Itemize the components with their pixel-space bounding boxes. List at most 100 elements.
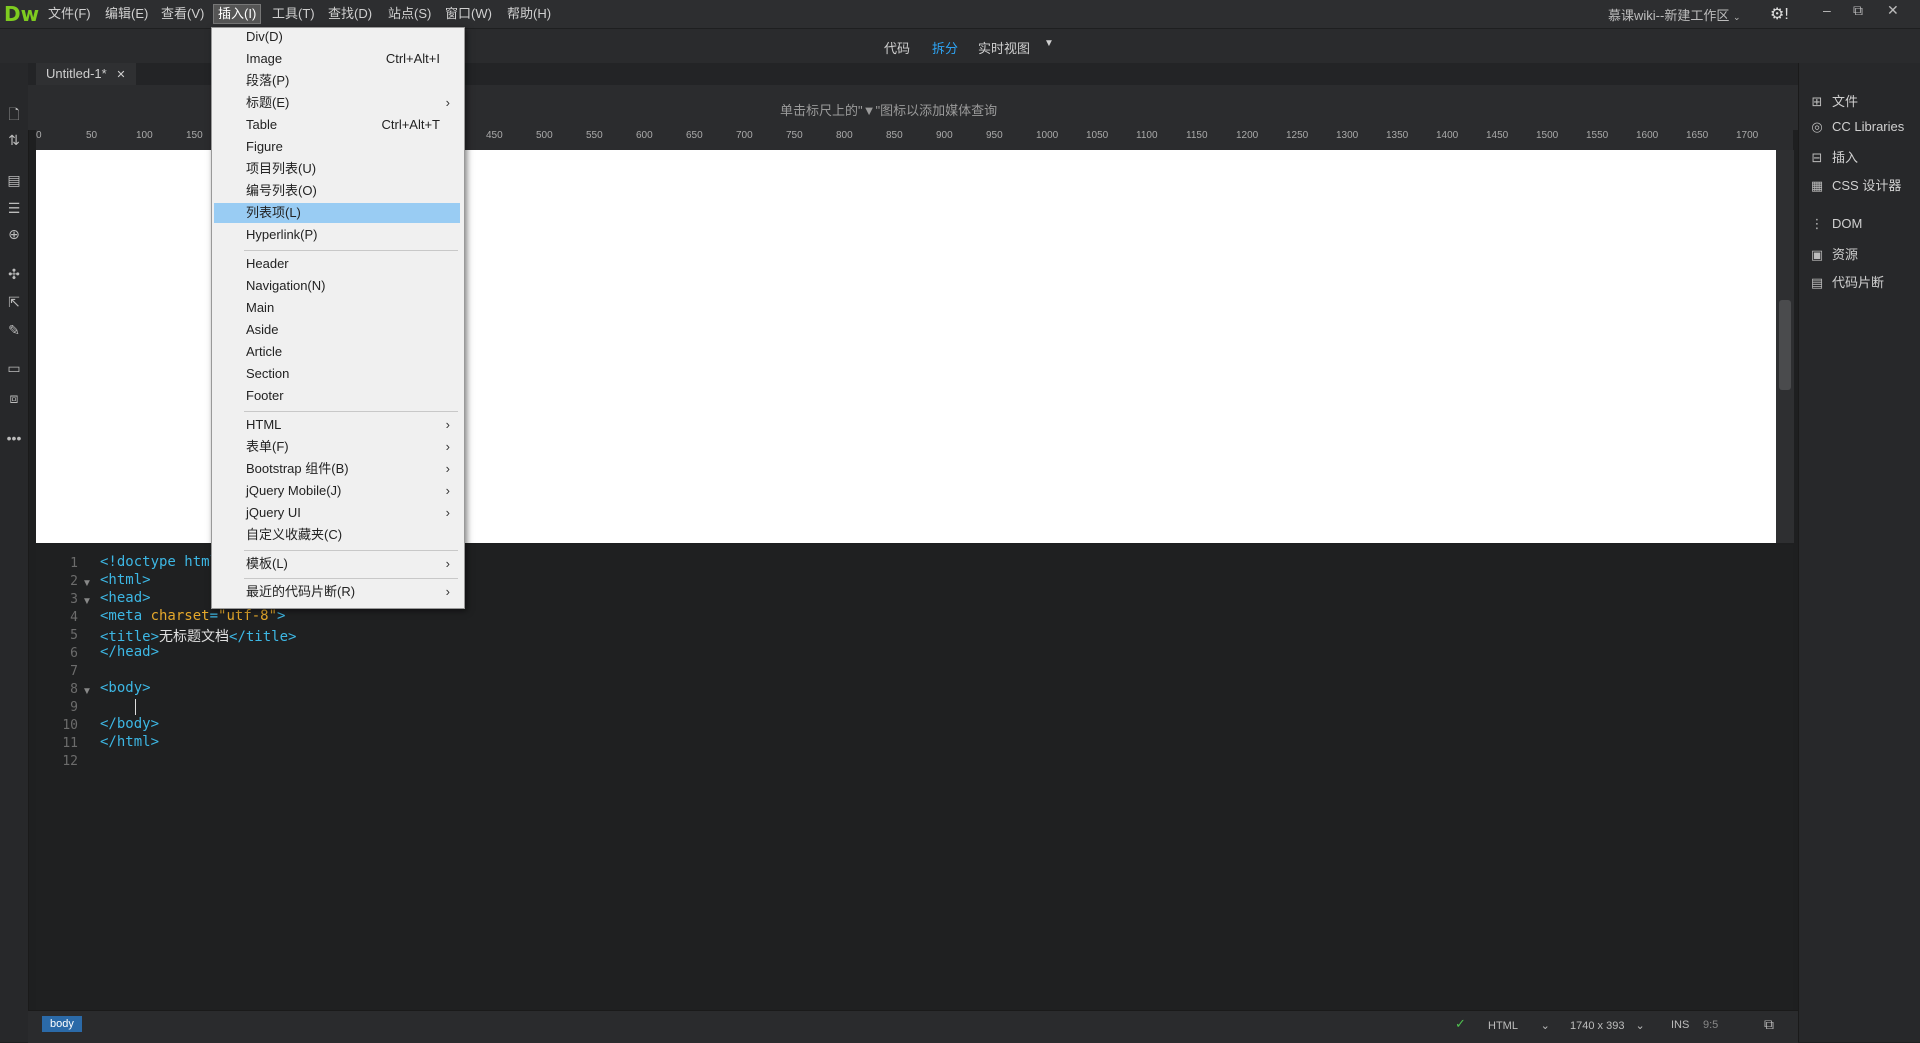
ruler-tick: 1250 <box>1286 130 1309 141</box>
comment-icon[interactable]: ▭ <box>6 360 22 377</box>
menu-item-heading[interactable]: 标题(E) › <box>214 93 460 113</box>
file-icon[interactable]: 🗋 <box>6 104 22 128</box>
menu-file[interactable]: 文件(F) <box>44 6 95 22</box>
insert-mode[interactable]: INS <box>1671 1019 1689 1031</box>
menu-item-article[interactable]: Article <box>214 342 460 362</box>
menu-view[interactable]: 查看(V) <box>157 6 208 22</box>
line-number: 3 <box>70 592 78 607</box>
code-view-button[interactable]: 代码 <box>884 38 910 57</box>
close-icon[interactable]: ✕ <box>116 69 125 81</box>
panel-cc-libraries[interactable]: ◎ CC Libraries <box>1808 119 1904 135</box>
menu-item-list-item[interactable]: 列表项(L) <box>214 203 460 223</box>
menu-item-aside[interactable]: Aside <box>214 320 460 340</box>
menu-item-navigation[interactable]: Navigation(N) <box>214 276 460 296</box>
panel-css-designer-label: CSS 设计器 <box>1832 178 1902 193</box>
workspace-label: 慕课wiki--新建工作区 <box>1608 8 1730 23</box>
scrollbar-thumb[interactable] <box>1779 300 1791 390</box>
format-icon[interactable]: ☰ <box>6 200 22 217</box>
menu-item-recent-snippets[interactable]: 最近的代码片断(R) › <box>214 582 460 602</box>
menu-item-templates[interactable]: 模板(L) › <box>214 554 460 574</box>
menu-item-jquery-mobile[interactable]: jQuery Mobile(J) › <box>214 481 460 501</box>
restore-button[interactable]: ⧉ <box>1853 2 1863 19</box>
menu-window[interactable]: 窗口(W) <box>441 6 496 22</box>
ruler-tick: 950 <box>986 130 1003 141</box>
split-view-button[interactable]: 拆分 <box>932 38 958 57</box>
menu-separator <box>244 250 458 251</box>
language-label: HTML <box>1488 1020 1518 1032</box>
ruler-tick: 1300 <box>1336 130 1359 141</box>
document-tab[interactable]: Untitled-1* ✕ <box>36 63 136 85</box>
panel-dom-label: DOM <box>1832 216 1863 231</box>
ruler-tick: 1150 <box>1186 130 1208 141</box>
select-icon[interactable]: ⇱ <box>6 294 22 311</box>
chevron-down-icon[interactable]: ▼ <box>1044 38 1054 49</box>
chevron-down-icon: ⌄ <box>1540 1020 1550 1032</box>
ruler-tick: 1050 <box>1086 130 1109 141</box>
ruler-tick: 850 <box>886 130 903 141</box>
menu-item-section[interactable]: Section <box>214 364 460 384</box>
menu-item-form[interactable]: 表单(F) › <box>214 437 460 457</box>
panel-css-designer[interactable]: ▦ CSS 设计器 <box>1808 175 1902 194</box>
code-editor[interactable] <box>36 545 1793 1010</box>
menu-item-unordered-list[interactable]: 项目列表(U) <box>214 159 460 179</box>
more-icon[interactable]: ••• <box>6 430 22 446</box>
fold-arrow-icon[interactable]: ▼ <box>82 578 92 589</box>
right-panel <box>1798 63 1920 1042</box>
menu-item-favorites[interactable]: 自定义收藏夹(C) <box>214 525 460 545</box>
target-icon[interactable]: ⊕ <box>6 226 22 243</box>
code-line-8: <body> <box>100 680 151 696</box>
menu-site[interactable]: 站点(S) <box>384 6 435 22</box>
panel-files[interactable]: ⊞ 文件 <box>1808 91 1858 110</box>
ruler-tick: 1600 <box>1636 130 1659 141</box>
gear-icon[interactable]: ⚙! <box>1770 4 1789 24</box>
menu-edit[interactable]: 编辑(E) <box>101 6 152 22</box>
menu-item-figure[interactable]: Figure <box>214 137 460 157</box>
language-select[interactable]: HTML ⌄ <box>1488 1019 1550 1032</box>
menu-item-bootstrap[interactable]: Bootstrap 组件(B) › <box>214 459 460 479</box>
tag-selector[interactable]: body <box>42 1016 82 1032</box>
panel-assets[interactable]: ▣ 资源 <box>1808 244 1858 263</box>
menu-item-ordered-list[interactable]: 编号列表(O) <box>214 181 460 201</box>
code-line-4: <meta charset="utf-8"> <box>100 608 286 624</box>
close-window-button[interactable]: ✕ <box>1887 2 1899 19</box>
check-icon: ✓ <box>1455 1016 1466 1031</box>
code-line-6: </head> <box>100 644 160 660</box>
window-size-select[interactable]: 1740 x 393 ⌄ <box>1570 1019 1645 1032</box>
chevron-down-icon: ⌄ <box>1732 12 1741 22</box>
brush-icon[interactable]: ✎ <box>6 322 22 339</box>
menu-item-html[interactable]: HTML › <box>214 415 460 435</box>
dom-tree-icon: ⋮ <box>1810 216 1824 231</box>
expand-icon[interactable]: ✣ <box>6 266 22 283</box>
menu-item-paragraph[interactable]: 段落(P) <box>214 71 460 91</box>
panel-insert-label: 插入 <box>1832 150 1859 165</box>
fold-arrow-icon[interactable]: ▼ <box>82 686 92 697</box>
sort-icon[interactable]: ⇅ <box>6 132 22 149</box>
menu-item-table[interactable]: Table Ctrl+Alt+T <box>214 115 460 135</box>
minimize-button[interactable]: – <box>1823 2 1831 18</box>
menu-find[interactable]: 查找(D) <box>324 6 376 22</box>
menu-item-image[interactable]: Image Ctrl+Alt+I <box>214 49 460 69</box>
inspect-icon[interactable]: ▤ <box>6 172 22 189</box>
ruler-tick: 1200 <box>1236 130 1259 141</box>
panel-insert[interactable]: ⊟ 插入 <box>1808 147 1858 166</box>
panel-snippets-label: 代码片断 <box>1832 275 1885 290</box>
menu-item-footer[interactable]: Footer <box>214 386 460 406</box>
panel-dom[interactable]: ⋮ DOM <box>1808 216 1863 232</box>
menu-help[interactable]: 帮助(H) <box>503 6 555 22</box>
live-view-button[interactable]: 实时视图 <box>978 38 1030 57</box>
menu-insert[interactable]: 插入(I) <box>213 4 262 24</box>
menu-item-main[interactable]: Main <box>214 298 460 318</box>
ruler-tick: 1350 <box>1386 130 1409 141</box>
menu-item-hyperlink[interactable]: Hyperlink(P) <box>214 225 460 245</box>
menu-tools[interactable]: 工具(T) <box>268 6 319 22</box>
assets-icon: ▣ <box>1810 247 1824 262</box>
fold-arrow-icon[interactable]: ▼ <box>82 596 92 607</box>
panel-snippets[interactable]: ▤ 代码片断 <box>1808 272 1884 291</box>
preview-icon[interactable]: ⧉ <box>1764 1016 1774 1033</box>
menu-item-jquery-ui[interactable]: jQuery UI › <box>214 503 460 523</box>
comment-settings-icon[interactable]: ⧈ <box>6 390 22 407</box>
workspace-switcher[interactable]: 慕课wiki--新建工作区 ⌄ <box>1608 5 1741 24</box>
menu-item-header[interactable]: Header <box>214 254 460 274</box>
ruler-tick: 100 <box>136 130 153 141</box>
menu-item-div[interactable]: Div(D) <box>214 27 460 47</box>
